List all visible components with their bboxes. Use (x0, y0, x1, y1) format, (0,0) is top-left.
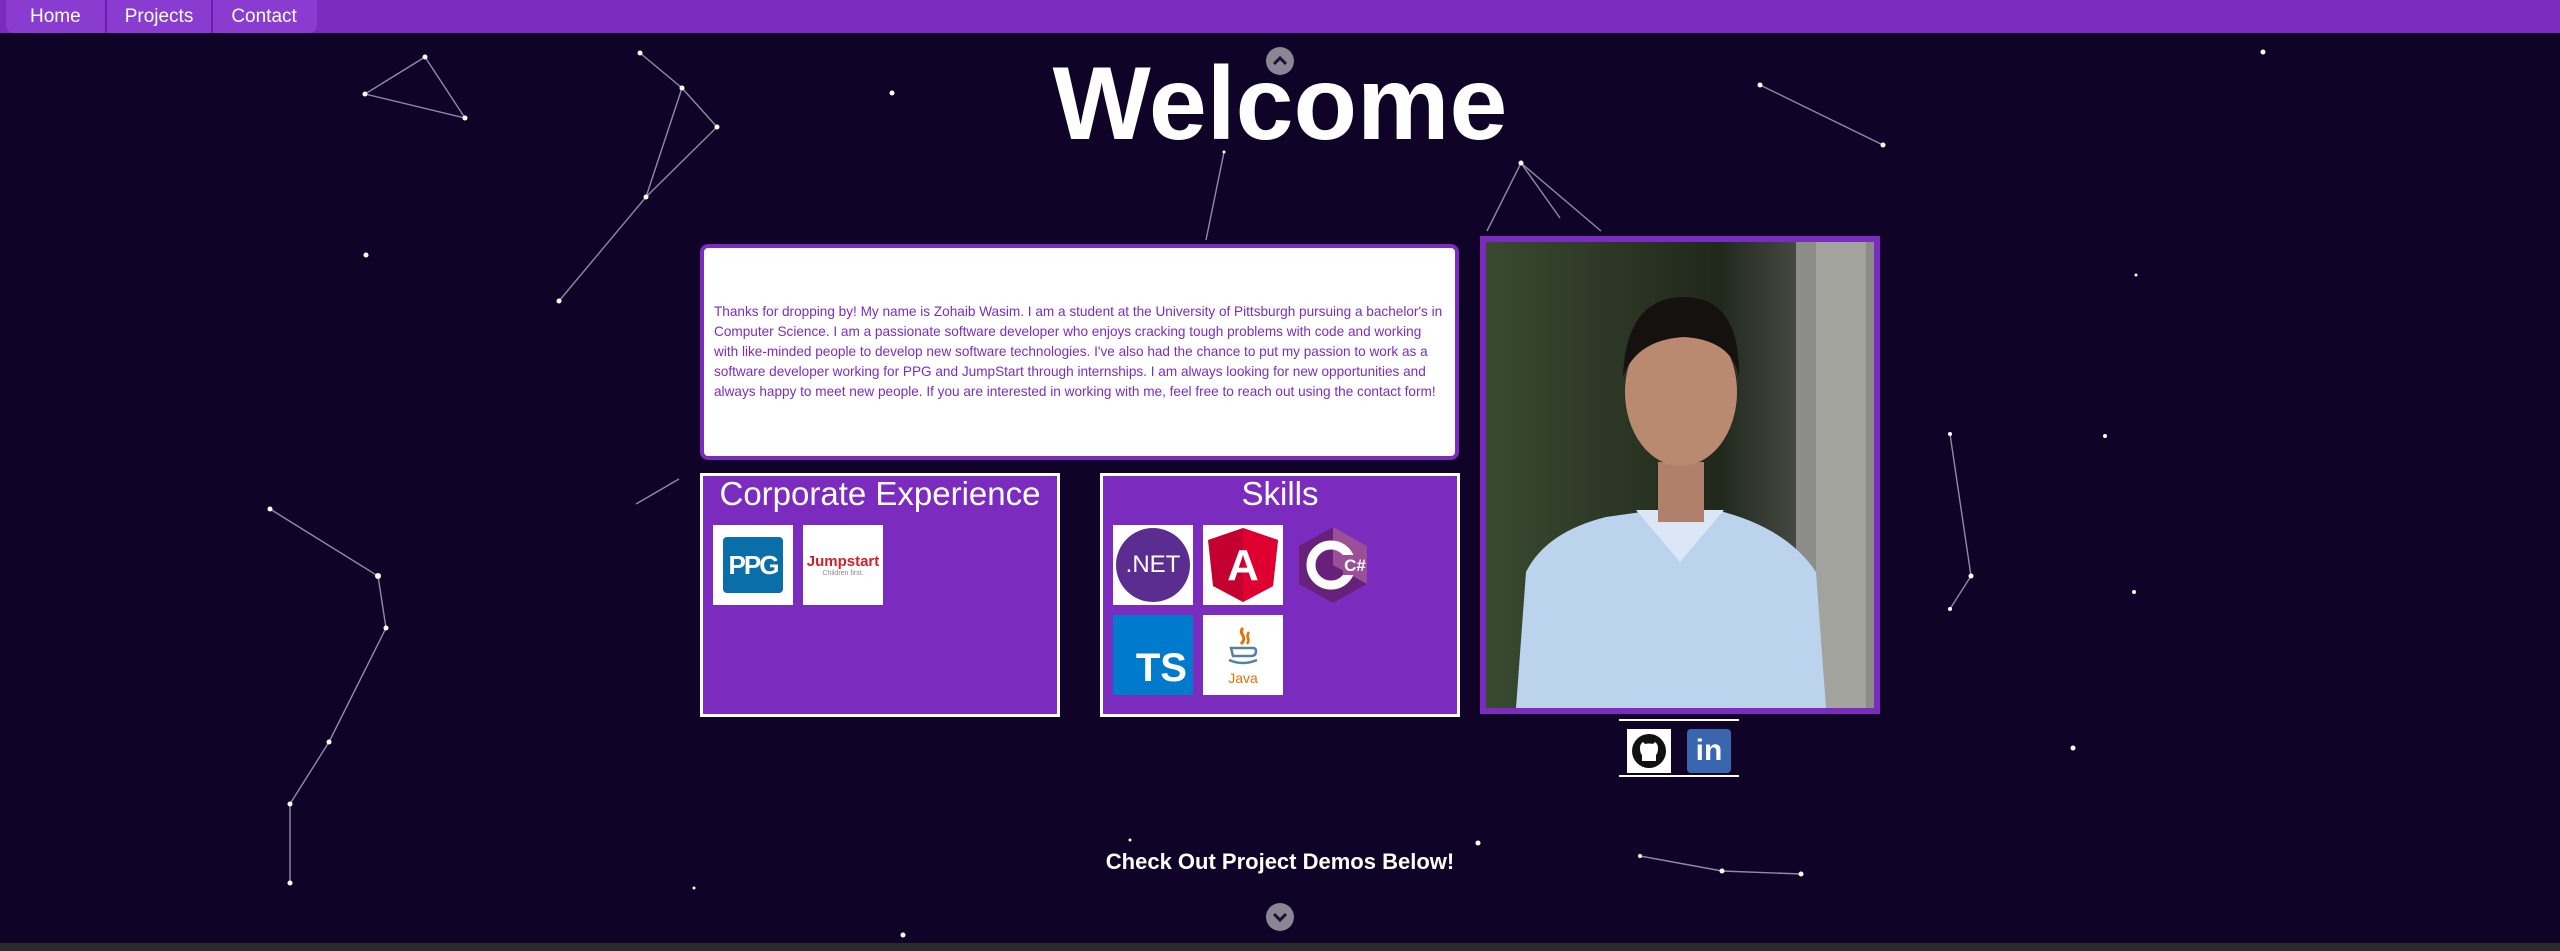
github-icon[interactable] (1627, 729, 1671, 773)
corporate-experience-card: Corporate Experience PPG Jumpstart Child… (700, 473, 1060, 717)
chevron-down-icon (1272, 912, 1288, 923)
jumpstart-tagline: Children first. (822, 570, 864, 577)
ppg-logo: PPG (713, 525, 793, 605)
dotnet-logo: .NET (1113, 525, 1193, 605)
portrait-image (1486, 242, 1874, 708)
linkedin-icon[interactable]: in (1687, 729, 1731, 773)
nav-home[interactable]: Home (6, 0, 107, 33)
skills-title: Skills (1241, 475, 1319, 512)
nav-contact[interactable]: Contact (213, 0, 316, 33)
jumpstart-logo: Jumpstart Children first. (803, 525, 883, 605)
nav-menu: Home Projects Contact (6, 0, 317, 33)
angular-logo-text: A (1227, 541, 1259, 590)
scroll-down-button[interactable] (1266, 903, 1294, 931)
csharp-logo-text: C# (1344, 556, 1366, 575)
about-card: Thanks for dropping by! My name is Zohai… (700, 244, 1459, 460)
skills-card: Skills .NET A C# TS Java (1100, 473, 1460, 717)
linkedin-icon-text: in (1695, 734, 1723, 767)
java-cup-icon (1228, 626, 1258, 665)
nav-projects[interactable]: Projects (107, 0, 214, 33)
about-text: Thanks for dropping by! My name is Zohai… (714, 304, 1443, 399)
csharp-logo: C# (1293, 525, 1373, 605)
profile-photo (1480, 236, 1880, 714)
java-logo-text: Java (1228, 670, 1258, 686)
typescript-logo: TS (1113, 615, 1193, 695)
top-navigation-bar: Home Projects Contact (0, 0, 2560, 33)
angular-logo: A (1203, 525, 1283, 605)
social-links: in (1619, 719, 1739, 777)
dotnet-logo-text: .NET (1125, 551, 1181, 578)
java-logo: Java (1203, 615, 1283, 695)
bottom-edge-bar (0, 943, 2560, 951)
project-demos-cta: Check Out Project Demos Below! (1105, 849, 1455, 874)
jumpstart-logo-text: Jumpstart (806, 553, 880, 570)
typescript-logo-text: TS (1135, 646, 1187, 690)
page-title: Welcome (1052, 46, 1508, 162)
ppg-logo-text: PPG (728, 549, 780, 580)
corporate-experience-title: Corporate Experience (719, 475, 1041, 512)
